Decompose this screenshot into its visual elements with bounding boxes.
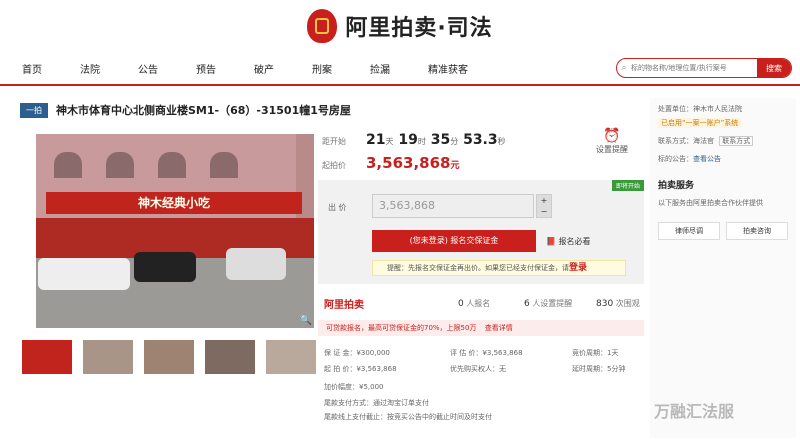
deposit-value: 保 证 金：¥300,000 [324, 349, 390, 357]
item-title-row: 一拍 神木市体育中心北侧商业楼SM1-（68）-31501幢1号房屋 [20, 98, 642, 122]
thumbnail[interactable] [83, 340, 133, 374]
search-input[interactable] [631, 59, 757, 77]
auction-consult-button[interactable]: 拍卖咨询 [726, 222, 788, 240]
thumbnail[interactable] [205, 340, 255, 374]
contact-button[interactable]: 联系方式 [719, 136, 754, 146]
view-count: 830 次围观 [596, 299, 640, 309]
increment-value: 加价幅度：¥5,000 [324, 383, 384, 391]
login-link[interactable]: 登录 [569, 263, 587, 273]
period-value: 竞价周期：1天 [572, 349, 619, 357]
contact-row: 联系方式：海法官 联系方式 [658, 136, 754, 146]
start-price: 3,563,868元 [366, 154, 460, 172]
notice-row: 标的公告：查看公告 [658, 155, 721, 163]
countdown-label: 距开始 [322, 137, 346, 146]
window [54, 152, 82, 178]
bid-label: 出 价 [328, 203, 347, 212]
account-system-badge: 已启用“一案一账户”系统 [658, 118, 742, 128]
watermark: 万融汇法服 [654, 402, 735, 421]
loan-details-link[interactable]: 查看详情 [485, 324, 513, 332]
start-price-label: 起拍价 [322, 161, 346, 170]
service-title: 拍卖服务 [658, 181, 695, 191]
nav-item-leads[interactable]: 精准获客 [428, 61, 468, 76]
silver-suv [226, 248, 286, 280]
payment-value: 尾款支付方式：通过淘宝订单支付 [324, 399, 429, 407]
book-icon: 📕 [546, 237, 556, 246]
nav-item-bankruptcy[interactable]: 破产 [254, 61, 274, 76]
loan-banner: 可贷款报名，最高可贷保证金的70%，上限50万 查看详情 [318, 320, 644, 336]
thumbnail[interactable] [144, 340, 194, 374]
delay-value: 延时周期：5分钟 [572, 365, 626, 373]
search-icon: ⌕ [621, 63, 627, 73]
reminder-count: 6 人设置提醒 [524, 299, 573, 309]
window [158, 152, 186, 178]
lawyer-check-button[interactable]: 律师尽调 [658, 222, 720, 240]
thumbnail-strip [22, 340, 316, 374]
thumbnail[interactable] [266, 340, 316, 374]
search-box: ⌕ 搜索 [616, 58, 792, 78]
main-nav: 首页 法院 公告 预告 破产 刑案 捡漏 精准获客 ⌕ 搜索 [0, 52, 800, 86]
priority-value: 优先购买权人：无 [450, 365, 506, 373]
header: 阿里拍卖·司法 [0, 0, 800, 52]
start-price-value: 起 拍 价：¥3,563,868 [324, 365, 397, 373]
main-photo[interactable]: 神木经典小吃 🔍 [36, 134, 314, 328]
nav-item-criminal[interactable]: 刑案 [312, 61, 332, 76]
bid-input[interactable]: 3,563,868 [372, 194, 534, 218]
search-button[interactable]: 搜索 [757, 59, 791, 77]
white-car [38, 258, 130, 290]
nav-item-notice[interactable]: 公告 [138, 61, 158, 76]
zoom-icon[interactable]: 🔍 [300, 315, 312, 326]
window [106, 152, 134, 178]
must-read-link[interactable]: 📕 报名必看 [546, 236, 591, 247]
shop-signboard: 神木经典小吃 [46, 192, 302, 214]
window [210, 152, 238, 178]
ali-auction-logo: 阿里拍卖 [324, 300, 364, 311]
login-notice: 提醒：先报名交保证金再出价。如果您已经支付保证金，请登录 [372, 260, 626, 276]
countdown-timer: 21天 19时 35分 53.3秒 [366, 132, 506, 148]
nav-item-bargain[interactable]: 捡漏 [370, 61, 390, 76]
enrolled-count: 0 人报名 [458, 299, 491, 309]
logo-text: 阿里拍卖·司法 [345, 16, 493, 41]
deadline-value: 尾款线上支付截止：按竞买公告中的截止时间及时支付 [324, 413, 492, 421]
item-title: 神木市体育中心北侧商业楼SM1-（68）-31501幢1号房屋 [56, 104, 351, 117]
auction-round-badge: 一拍 [20, 102, 48, 118]
nav-item-court[interactable]: 法院 [80, 61, 100, 76]
enroll-deposit-button[interactable]: (您未登录) 报名交保证金 [372, 230, 536, 252]
bid-panel: 距开始 21天 19时 35分 53.3秒 起拍价 3,563,868元 ⏰ 设… [314, 124, 648, 284]
appraisal-value: 评 估 价：¥3,563,868 [450, 349, 523, 357]
service-desc: 以下服务由阿里拍卖合作伙伴提供 [658, 199, 763, 207]
auction-details: 阿里拍卖 0 人报名 6 人设置提醒 830 次围观 可贷款报名，最高可贷保证金… [314, 290, 648, 430]
right-sidebar: 处置单位：神木市人民法院 已启用“一案一账户”系统 联系方式：海法官 联系方式 … [650, 98, 796, 438]
black-car [134, 252, 196, 282]
nav-item-home[interactable]: 首页 [22, 61, 42, 76]
clock-icon: ⏰ [603, 128, 621, 144]
bid-stepper[interactable]: + − [536, 194, 552, 218]
court-row: 处置单位：神木市人民法院 [658, 105, 742, 113]
status-badge: 即将开始 [611, 180, 644, 191]
thumbnail[interactable] [22, 340, 72, 374]
set-reminder-button[interactable]: ⏰ 设置提醒 [596, 128, 628, 155]
nav-item-preview[interactable]: 预告 [196, 61, 216, 76]
view-notice-link[interactable]: 查看公告 [693, 155, 721, 163]
court-emblem-icon [307, 9, 338, 43]
